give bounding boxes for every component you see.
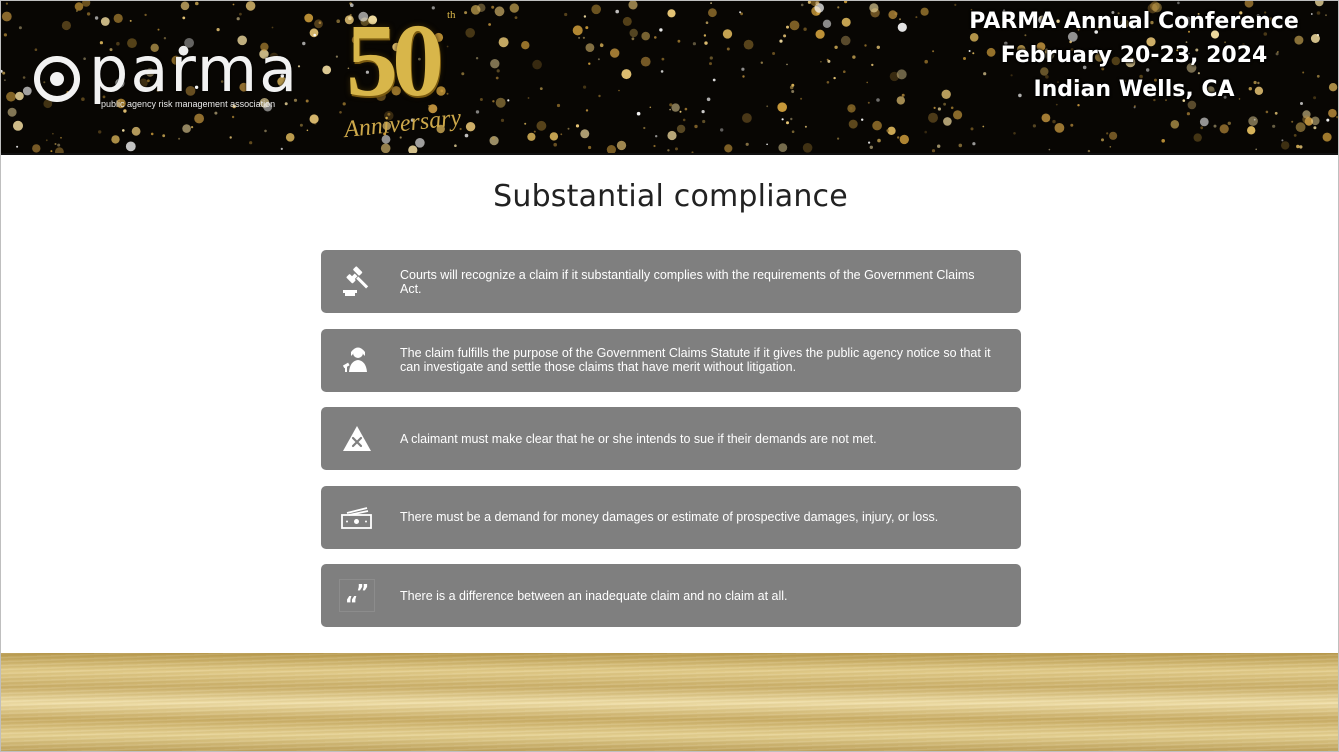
point-list: Courts will recognize a claim if it subs… <box>321 250 1021 643</box>
list-item: The claim fulfills the purpose of the Go… <box>321 328 1021 392</box>
list-item: ” “ There is a difference between an ina… <box>321 564 1021 627</box>
svg-text:“: “ <box>345 592 358 612</box>
conference-location: Indian Wells, CA <box>1033 77 1235 102</box>
gold-footer-band <box>1 653 1338 751</box>
slide-title: Substantial compliance <box>493 179 848 214</box>
gavel-icon <box>343 266 369 296</box>
header-banner: parma public agency risk management asso… <box>1 1 1338 155</box>
list-item: There must be a demand for money damages… <box>321 485 1021 549</box>
logo-wordmark: parma <box>89 33 300 106</box>
money-icon <box>341 506 372 529</box>
conference-name: PARMA Annual Conference <box>969 9 1299 34</box>
swirl-logo-icon <box>34 56 80 102</box>
list-item-text: Courts will recognize a claim if it subs… <box>400 267 975 296</box>
list-item-text: There must be a demand for money damages… <box>400 510 939 524</box>
list-item: Courts will recognize a claim if it subs… <box>321 250 1021 313</box>
conference-dates: February 20-23, 2024 <box>1000 43 1268 68</box>
quote-icon: ” “ <box>339 579 375 612</box>
list-item-text: A claimant must make clear that he or sh… <box>400 431 877 446</box>
list-item-text: The claim fulfills the purpose of the Go… <box>400 346 991 374</box>
anniversary-suffix: th <box>447 9 456 21</box>
anniversary-number: 50 <box>346 3 444 118</box>
list-item: A claimant must make clear that he or sh… <box>321 407 1021 470</box>
slide: parma public agency risk management asso… <box>0 0 1339 752</box>
warning-x-icon <box>343 426 371 451</box>
conference-info: PARMA Annual Conference February 20-23, … <box>934 5 1334 107</box>
brushed-gold-texture <box>1 653 1338 751</box>
parma-logo: parma public agency risk management asso… <box>31 33 331 111</box>
judge-icon <box>342 347 367 372</box>
list-item-text: There is a difference between an inadequ… <box>400 588 788 603</box>
logo-subtitle: public agency risk management associatio… <box>101 99 276 109</box>
